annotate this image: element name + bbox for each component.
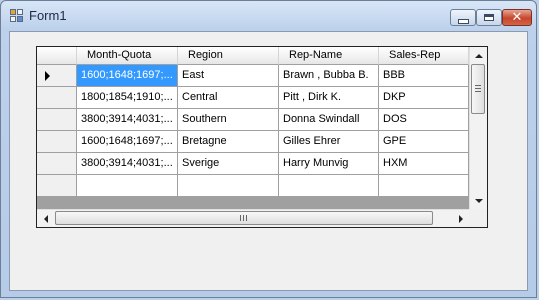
- table-row[interactable]: 3800;3914;4031;... Sverige Harry Munvig …: [37, 153, 469, 175]
- scrollbar-corner: [469, 209, 487, 227]
- cell-rep-name[interactable]: Brawn , Bubba B.: [279, 65, 379, 87]
- app-form-icon[interactable]: [10, 9, 24, 23]
- row-header[interactable]: [37, 65, 77, 87]
- cell-region[interactable]: Sverige: [178, 153, 279, 175]
- arrow-right-icon: [458, 214, 463, 223]
- cell-sales-rep[interactable]: GPE: [379, 131, 469, 153]
- cell-rep-name[interactable]: Pitt , Dirk K.: [279, 87, 379, 109]
- minimize-icon: [457, 18, 469, 24]
- cell-region[interactable]: Bretagne: [178, 131, 279, 153]
- scroll-down-button[interactable]: [470, 192, 487, 209]
- title-bar[interactable]: Form1 ✕: [1, 1, 536, 31]
- arrow-left-icon: [43, 214, 48, 223]
- close-button[interactable]: ✕: [502, 9, 532, 26]
- row-header[interactable]: [37, 87, 77, 109]
- maximize-button[interactable]: [476, 9, 502, 26]
- column-header-month-quota[interactable]: Month-Quota: [77, 47, 178, 65]
- column-header-rep-name[interactable]: Rep-Name: [279, 47, 379, 65]
- cell-region[interactable]: East: [178, 65, 279, 87]
- vertical-scroll-thumb[interactable]: [471, 64, 485, 114]
- maximize-icon: [484, 14, 494, 21]
- cell-sales-rep[interactable]: DOS: [379, 109, 469, 131]
- table-row[interactable]: [37, 175, 469, 197]
- row-header[interactable]: [37, 175, 77, 197]
- close-icon: ✕: [511, 10, 523, 25]
- cell-sales-rep[interactable]: DKP: [379, 87, 469, 109]
- cell-rep-name[interactable]: [279, 175, 379, 197]
- row-header[interactable]: [37, 153, 77, 175]
- horizontal-scroll-thumb[interactable]: [55, 211, 433, 225]
- cell-rep-name[interactable]: Harry Munvig: [279, 153, 379, 175]
- arrow-right-icon: [45, 71, 50, 81]
- window-title: Form1: [29, 8, 67, 23]
- scroll-right-button[interactable]: [452, 210, 469, 227]
- minimize-button[interactable]: [450, 9, 476, 26]
- cell-month-quota[interactable]: 1600;1648;1697;...: [77, 131, 178, 153]
- column-header-region[interactable]: Region: [178, 47, 279, 65]
- table-row[interactable]: 1800;1854;1910;... Central Pitt , Dirk K…: [37, 87, 469, 109]
- cell-region[interactable]: Southern: [178, 109, 279, 131]
- grip-icon: [240, 215, 241, 221]
- cell-rep-name[interactable]: Gilles Ehrer: [279, 131, 379, 153]
- cell-rep-name[interactable]: Donna Swindall: [279, 109, 379, 131]
- arrow-up-icon: [474, 53, 483, 58]
- cell-sales-rep[interactable]: HXM: [379, 153, 469, 175]
- column-header-sales-rep[interactable]: Sales-Rep: [379, 47, 469, 65]
- cell-month-quota[interactable]: 3800;3914;4031;...: [77, 153, 178, 175]
- cell-sales-rep[interactable]: [379, 175, 469, 197]
- grid-body: Month-Quota Region Rep-Name Sales-Rep 16…: [37, 47, 469, 209]
- table-row[interactable]: 1600;1648;1697;... East Brawn , Bubba B.…: [37, 65, 469, 87]
- table-row[interactable]: 1600;1648;1697;... Bretagne Gilles Ehrer…: [37, 131, 469, 153]
- cell-region[interactable]: Central: [178, 87, 279, 109]
- horizontal-scrollbar[interactable]: [37, 209, 469, 227]
- cell-month-quota[interactable]: 1600;1648;1697;...: [77, 65, 178, 87]
- form1-window: Form1 ✕ Month-Quota Region Rep-Name Sale…: [0, 0, 537, 298]
- top-left-header-cell[interactable]: [37, 47, 77, 65]
- table-row[interactable]: 3800;3914;4031;... Southern Donna Swinda…: [37, 109, 469, 131]
- cell-month-quota[interactable]: 1800;1854;1910;...: [77, 87, 178, 109]
- scroll-left-button[interactable]: [37, 210, 54, 227]
- cell-sales-rep[interactable]: BBB: [379, 65, 469, 87]
- data-grid-view[interactable]: Month-Quota Region Rep-Name Sales-Rep 16…: [36, 46, 488, 228]
- scroll-up-button[interactable]: [470, 47, 487, 64]
- cell-region[interactable]: [178, 175, 279, 197]
- arrow-down-icon: [474, 198, 483, 203]
- row-header[interactable]: [37, 131, 77, 153]
- row-header[interactable]: [37, 109, 77, 131]
- cell-month-quota[interactable]: 3800;3914;4031;...: [77, 109, 178, 131]
- vertical-scrollbar[interactable]: [469, 47, 487, 209]
- cell-month-quota[interactable]: [77, 175, 178, 197]
- grip-icon: [475, 85, 481, 86]
